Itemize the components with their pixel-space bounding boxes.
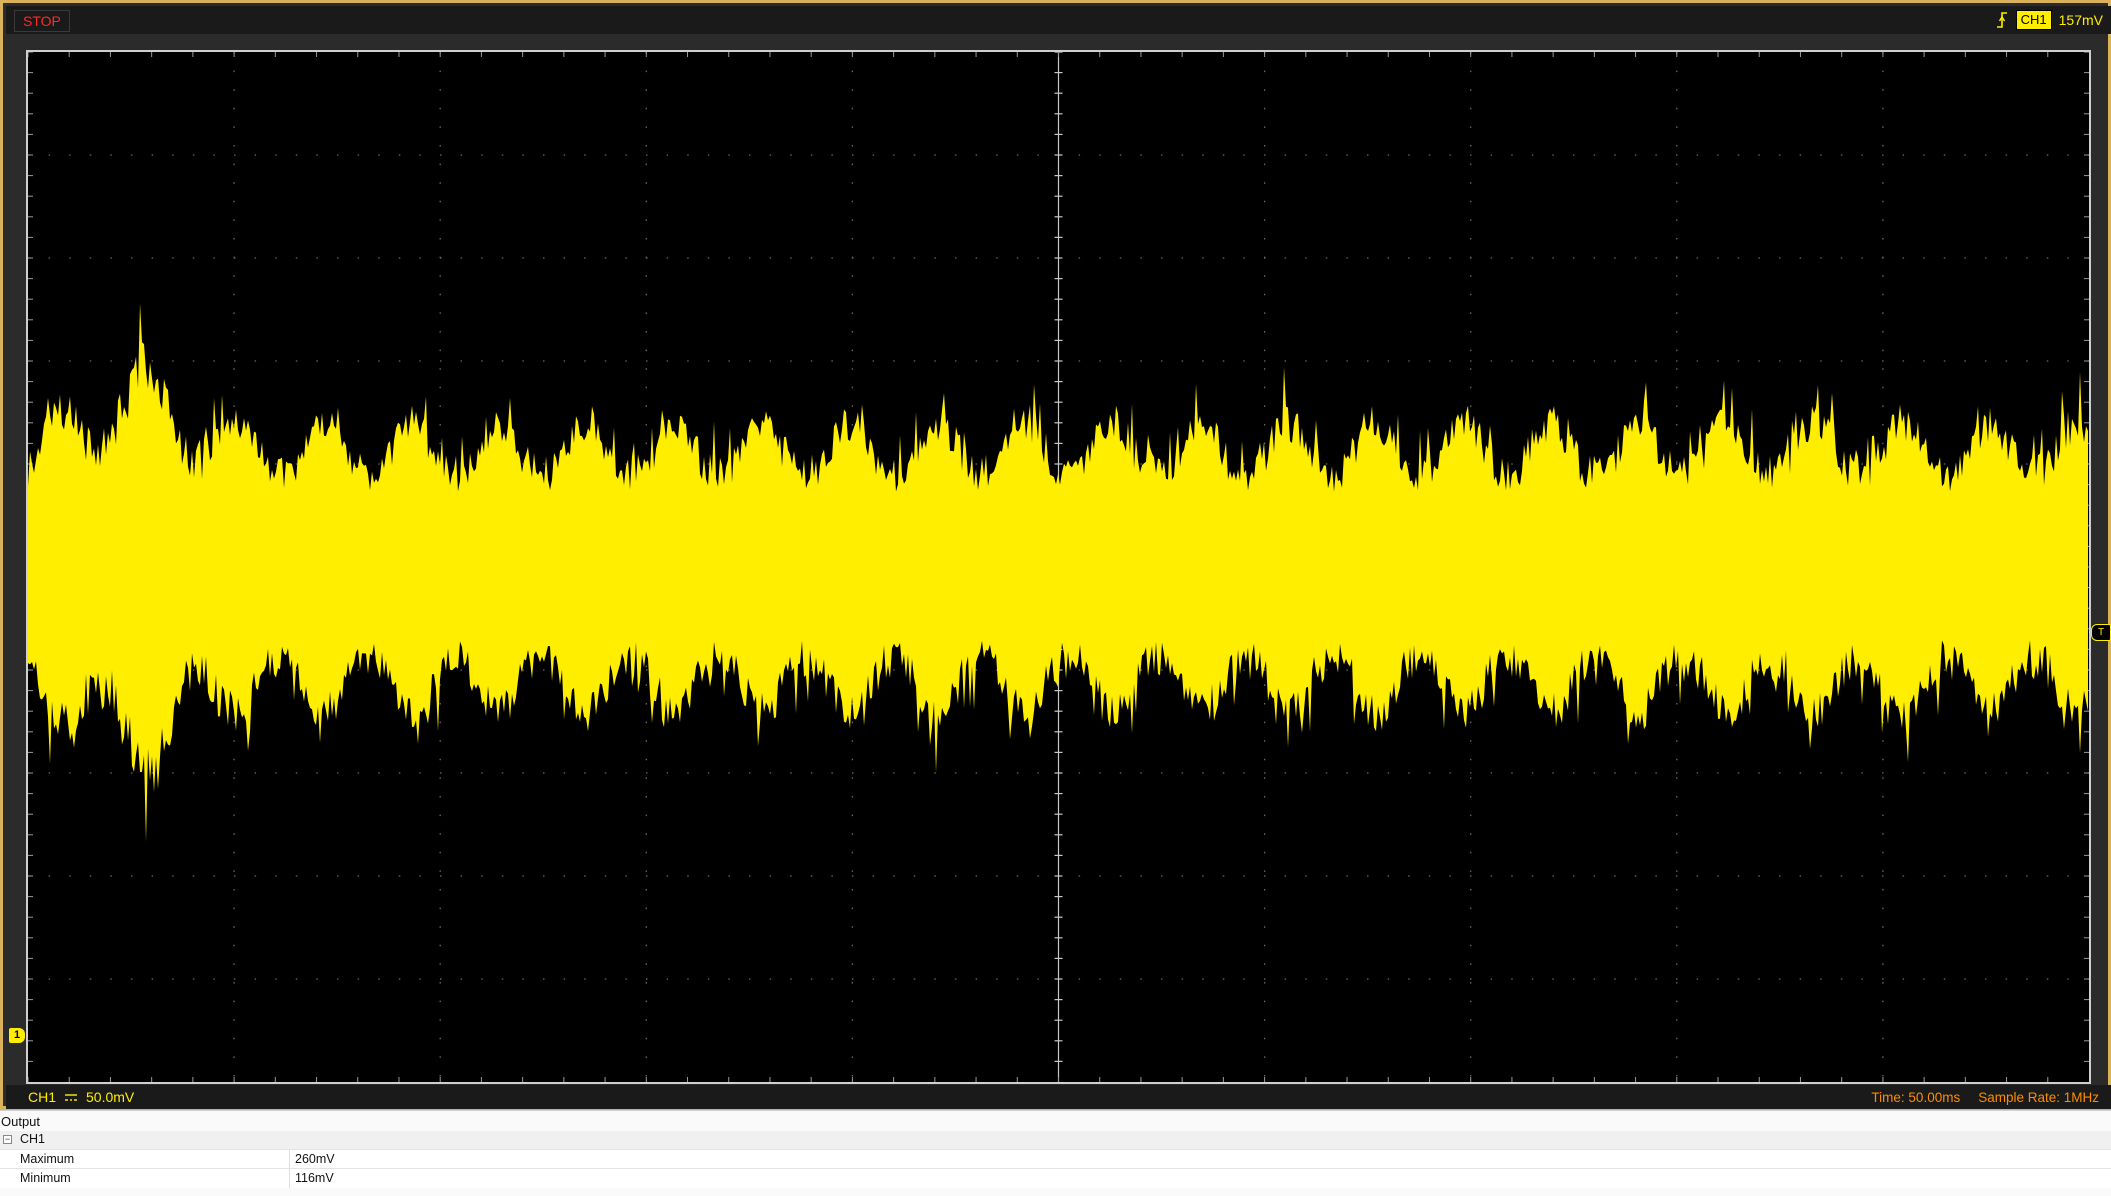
ch1-offset-marker[interactable]: 1 <box>9 1028 25 1043</box>
trigger-level-marker[interactable]: T <box>2091 624 2111 641</box>
rising-edge-icon <box>1996 12 2007 28</box>
output-panel-title: Output <box>1 1114 41 1129</box>
output-panel: Output − CH1 Maximum 260mV Minimum 116mV <box>0 1110 2111 1196</box>
top-status-bar: STOP CH1 157mV <box>6 6 2111 34</box>
timebase-status[interactable]: Time: 50.00ms Sample Rate: 1MHz <box>1871 1087 2099 1107</box>
waveform-display[interactable] <box>26 50 2091 1084</box>
time-per-div: Time: 50.00ms <box>1871 1089 1961 1105</box>
channel-status[interactable]: CH1 50.0mV <box>28 1087 134 1107</box>
waveform-envelope <box>28 303 2088 842</box>
measurement-value: 116mV <box>295 1171 334 1185</box>
channel-name: CH1 <box>28 1089 57 1105</box>
measurement-value: 260mV <box>295 1152 335 1166</box>
tree-group-label: CH1 <box>20 1132 46 1146</box>
volts-per-div: 50.0mV <box>86 1089 135 1105</box>
column-divider <box>289 1169 290 1188</box>
measurement-name: Maximum <box>20 1152 75 1166</box>
run-stop-status[interactable]: STOP <box>14 10 70 32</box>
measurement-name: Minimum <box>20 1171 71 1185</box>
sample-rate: Sample Rate: 1MHz <box>1978 1089 2099 1105</box>
collapse-icon[interactable]: − <box>3 1135 12 1144</box>
bottom-status-bar: CH1 50.0mV Time: 50.00ms Sample Rate: 1M… <box>6 1085 2111 1109</box>
measurement-row-maximum[interactable]: Maximum 260mV <box>0 1149 2111 1169</box>
trigger-level: 157mV <box>2058 12 2103 28</box>
ch1-waveform-trace <box>28 303 2088 842</box>
trigger-source: CH1 <box>2015 10 2052 30</box>
dc-coupling-icon <box>65 1094 78 1101</box>
tree-group-ch1[interactable]: − CH1 <box>0 1131 2111 1149</box>
oscilloscope-window: STOP CH1 157mV 1 T CH1 50.0mV Time: 50.0… <box>0 0 2111 1110</box>
measurement-row-minimum[interactable]: Minimum 116mV <box>0 1168 2111 1188</box>
trigger-status[interactable]: CH1 157mV <box>1995 10 2103 30</box>
column-divider <box>289 1150 290 1169</box>
